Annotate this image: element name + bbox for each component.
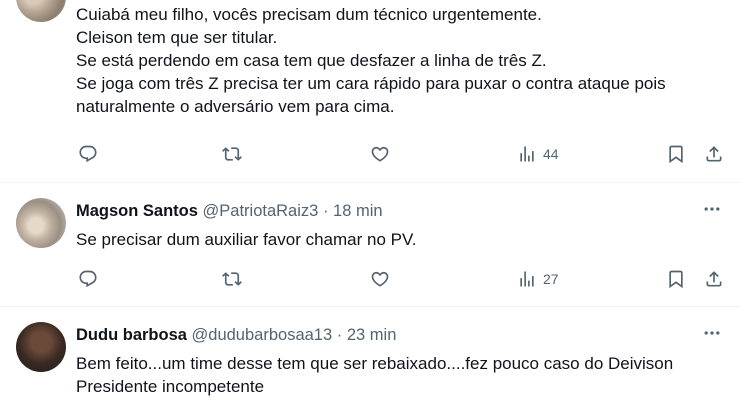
tweet-1[interactable]: Cuiabá meu filho, vocês precisam dum téc… [0, 0, 740, 182]
bookmark-icon [669, 270, 683, 289]
retweet-icon [222, 147, 242, 161]
retweet-button[interactable] [222, 267, 242, 291]
reply-button[interactable] [78, 267, 98, 291]
author-name[interactable]: Magson Santos [76, 202, 198, 220]
tweet-text: Se precisar dum auxiliar favor chamar no… [76, 230, 417, 249]
more-button[interactable] [698, 198, 726, 220]
heart-icon [371, 271, 389, 287]
reply-button[interactable] [78, 142, 98, 166]
tweet-header: Magson Santos @PatriotaRaiz3 · 18 min [76, 200, 720, 222]
share-icon [706, 146, 722, 162]
author-name[interactable]: Dudu barbosa [76, 326, 187, 344]
separator-dot: · [336, 326, 343, 344]
tweet-text: Bem feito...um time desse tem que ser re… [76, 354, 674, 396]
more-icon [704, 331, 720, 335]
bookmark-button[interactable] [666, 267, 686, 291]
share-icon [706, 271, 722, 287]
views-button[interactable]: 27 [517, 267, 559, 291]
tweet-3[interactable]: Dudu barbosa @dudubarbosaa13 · 23 min Be… [0, 322, 740, 416]
tweet-2[interactable]: Magson Santos @PatriotaRaiz3 · 18 min Se… [0, 198, 740, 306]
more-icon [704, 207, 720, 211]
tweet-actions: 44 [76, 142, 724, 166]
avatar[interactable] [16, 198, 66, 248]
share-button[interactable] [704, 142, 724, 166]
timestamp[interactable]: 18 min [333, 202, 383, 220]
separator-dot: · [322, 202, 329, 220]
views-icon [520, 271, 534, 287]
views-count: 27 [543, 271, 559, 287]
reply-icon [79, 145, 97, 163]
divider [0, 306, 740, 307]
timestamp[interactable]: 23 min [347, 326, 397, 344]
avatar[interactable] [16, 0, 66, 22]
retweet-icon [222, 272, 242, 286]
share-button[interactable] [704, 267, 724, 291]
bookmark-button[interactable] [666, 142, 686, 166]
retweet-button[interactable] [222, 142, 242, 166]
like-button[interactable] [370, 267, 390, 291]
tweet-actions: 27 [76, 267, 724, 291]
more-button[interactable] [698, 322, 726, 344]
like-button[interactable] [370, 142, 390, 166]
views-count: 44 [543, 146, 559, 162]
divider [0, 182, 740, 183]
bookmark-icon [669, 145, 683, 164]
views-icon [520, 146, 534, 162]
tweet-text: Cuiabá meu filho, vocês precisam dum téc… [76, 5, 666, 116]
tweet-header: Dudu barbosa @dudubarbosaa13 · 23 min [76, 324, 720, 346]
views-button[interactable]: 44 [517, 142, 559, 166]
avatar[interactable] [16, 322, 66, 372]
heart-icon [371, 146, 389, 162]
author-handle[interactable]: @dudubarbosaa13 [192, 326, 333, 344]
author-handle[interactable]: @PatriotaRaiz3 [203, 202, 319, 220]
reply-icon [79, 270, 97, 288]
